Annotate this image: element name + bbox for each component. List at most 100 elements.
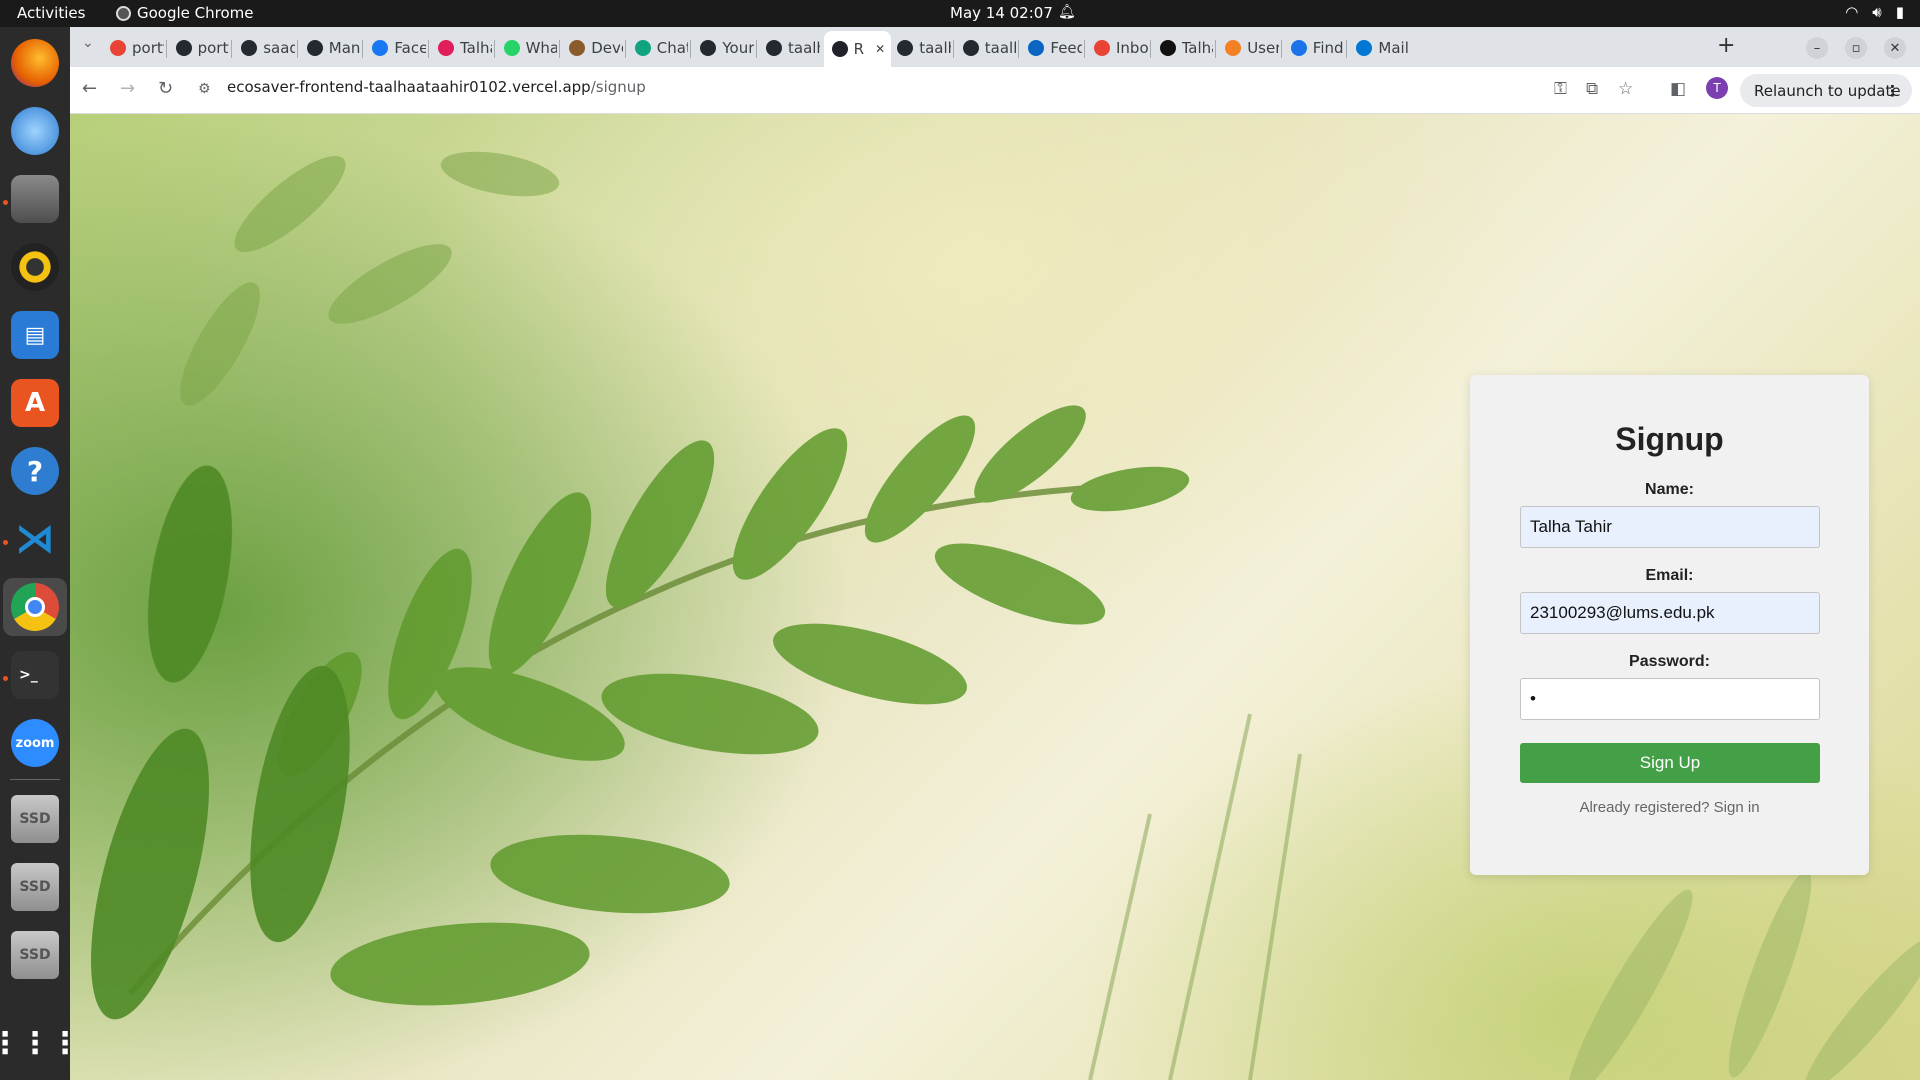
browser-tab[interactable]: taalh [758, 33, 820, 63]
github-icon [700, 40, 717, 56]
browser-tab[interactable]: taalh [955, 33, 1016, 63]
tab-label: Mana [328, 39, 361, 57]
url-path: /signup [590, 78, 646, 96]
browser-tab[interactable]: portf [102, 33, 164, 63]
github-icon [306, 40, 323, 56]
battery-icon: ▮ [1895, 3, 1904, 21]
tab-separator [1018, 40, 1020, 58]
email-field[interactable]: 23100293@lums.edu.pk [1520, 592, 1820, 634]
password-label: Password: [1629, 653, 1710, 670]
close-tab-icon[interactable]: ✕ [875, 42, 885, 56]
tab-active[interactable]: R ✕ [823, 31, 892, 67]
tab-label: Deve [591, 39, 623, 57]
github-icon [766, 40, 782, 56]
bookmark-star-icon[interactable]: ☆ [1618, 79, 1633, 99]
thunderbird-icon[interactable] [11, 107, 59, 155]
back-icon[interactable]: ← [82, 78, 97, 99]
signin-link[interactable]: Already registered? Sign in [1470, 799, 1869, 816]
reload-icon[interactable]: ↻ [158, 78, 173, 99]
tab-label: Facel [394, 39, 426, 57]
browser-tab[interactable]: portf [168, 33, 229, 63]
browser-tab[interactable]: Mana [299, 33, 361, 63]
slack-icon [438, 40, 454, 56]
rhythmbox-icon[interactable] [11, 243, 59, 291]
address-bar[interactable]: ecosaver-frontend-taalhaataahir0102.verc… [227, 78, 646, 96]
tab-label: taalh [919, 39, 951, 57]
name-field[interactable]: Talha Tahir [1520, 506, 1820, 548]
site-info-icon[interactable]: ⚙ [198, 81, 211, 97]
app-menu[interactable]: Google Chrome [116, 4, 254, 22]
tab-search-icon[interactable]: ⌄ [82, 35, 94, 51]
app-center-icon[interactable]: A [11, 379, 59, 427]
tab-separator [231, 40, 233, 58]
tab-label: R [853, 40, 865, 58]
browser-tab[interactable]: Talha [430, 33, 492, 63]
name-label: Name: [1645, 481, 1694, 498]
medium-icon [1159, 40, 1176, 56]
browser-tab[interactable]: What [496, 33, 558, 63]
side-panel-icon[interactable]: ◧ [1670, 79, 1686, 99]
whatsapp-icon [503, 40, 520, 56]
tab-strip: ⌄ portf portf saad Mana Facel Talha What Deve Ch… [70, 27, 1920, 67]
writer-icon[interactable]: ▤ [11, 311, 59, 359]
tab-separator [756, 40, 757, 58]
outlook-icon [1356, 40, 1373, 56]
tab-separator [1280, 40, 1282, 58]
password-key-icon[interactable]: ⚿ [1554, 79, 1567, 99]
browser-tab[interactable]: Find [1283, 33, 1345, 63]
help-icon[interactable]: ? [11, 447, 59, 495]
profile-avatar[interactable]: T [1706, 77, 1728, 99]
github-icon [175, 40, 192, 56]
system-tray[interactable]: ◠ 🔊︎ ▮ [1845, 3, 1904, 21]
browser-tab[interactable]: saad [233, 33, 295, 63]
relaunch-to-update-button[interactable]: Relaunch to update ⋮ [1740, 74, 1912, 107]
facebook-icon [372, 40, 389, 56]
react-icon [831, 41, 848, 57]
firefox-icon[interactable] [11, 39, 59, 87]
ssd-drive-icon[interactable]: SSD [11, 795, 59, 843]
tab-separator [362, 40, 364, 58]
tab-separator [1149, 40, 1151, 58]
files-icon[interactable] [11, 175, 59, 223]
restore-icon[interactable]: ▫ [1845, 37, 1867, 59]
terminal-icon[interactable]: >_ [11, 651, 59, 699]
google-icon [110, 40, 126, 56]
browser-tab[interactable]: Mail [1348, 33, 1410, 63]
browser-tab[interactable]: User [1217, 33, 1279, 63]
show-apps-icon[interactable]: ⋮⋮⋮ [0, 1019, 80, 1067]
tab-label: What [525, 39, 558, 57]
chrome-icon [116, 5, 131, 21]
tab-label: Talha [460, 39, 492, 57]
tab-separator [559, 40, 561, 58]
forward-icon[interactable]: → [120, 78, 135, 99]
tab-label: Your [722, 39, 754, 57]
ssd-drive-icon[interactable]: SSD [11, 931, 59, 979]
ssd-drive-icon[interactable]: SSD [11, 863, 59, 911]
chrome-icon[interactable] [11, 583, 59, 631]
install-app-icon[interactable]: ⧉ [1586, 79, 1598, 99]
browser-tab[interactable]: Feed [1020, 33, 1082, 63]
browser-toolbar: ← → ↻ ⚙ ecosaver-frontend-taalhaataahir0… [70, 67, 1920, 114]
minimize-icon[interactable]: – [1806, 37, 1828, 59]
browser-tab[interactable]: Deve [561, 33, 623, 63]
gmail-icon [1094, 40, 1110, 56]
signup-button[interactable]: Sign Up [1520, 743, 1820, 783]
notification-bell-icon[interactable]: 🔔︎ [1058, 4, 1076, 20]
browser-tab[interactable]: Talha [1152, 33, 1214, 63]
dock: ▤ A ? ⋊ >_ zoom SSD SSD SSD ⋮⋮⋮ [0, 27, 80, 1080]
browser-tab[interactable]: taalh [889, 33, 951, 63]
activities-button[interactable]: Activities [17, 4, 85, 22]
vscode-icon[interactable]: ⋊ [11, 515, 59, 563]
browser-tab[interactable]: Inbo [1086, 33, 1148, 63]
password-field[interactable]: • [1520, 678, 1820, 720]
clock[interactable]: May 14 02:07 [950, 4, 1053, 22]
zoom-icon[interactable]: zoom [11, 719, 59, 767]
email-label: Email: [1645, 567, 1694, 584]
browser-tab[interactable]: Facel [364, 33, 426, 63]
browser-tab[interactable]: Chat [627, 33, 688, 63]
tab-label: Talha [1181, 39, 1214, 57]
more-menu-icon: ⋮ [1885, 81, 1900, 100]
new-tab-icon[interactable]: + [1717, 33, 1735, 58]
browser-tab[interactable]: Your [692, 33, 754, 63]
close-window-icon[interactable]: ✕ [1884, 37, 1906, 59]
